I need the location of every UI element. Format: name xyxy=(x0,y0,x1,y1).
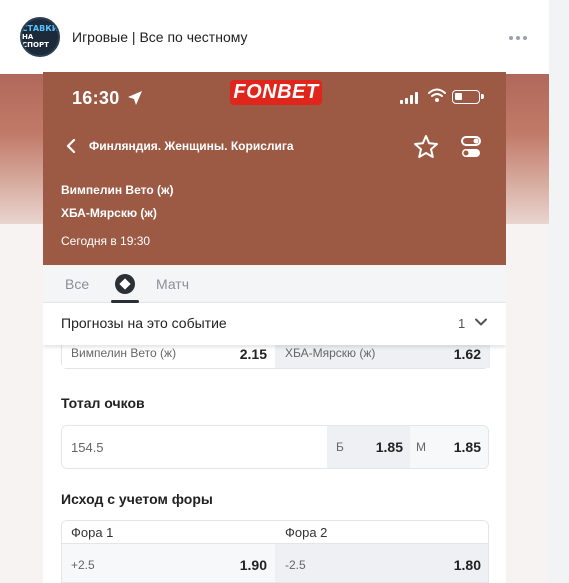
handicap-col-2-header: Фора 2 xyxy=(285,525,328,540)
status-time: 16:30 xyxy=(72,88,120,108)
handicap-1-cell[interactable]: +2.5 1.90 xyxy=(62,544,275,582)
handicap-col-1-header: Фора 1 xyxy=(71,525,114,540)
market-tabs: Все Матч xyxy=(43,265,506,303)
total-over-value: 1.85 xyxy=(375,439,403,455)
avatar-text-top: СТАВКИ xyxy=(21,24,59,33)
post-header: СТАВКИ НА СПОРТ Игровые | Все по честном… xyxy=(0,0,549,74)
handicap-2-cell[interactable]: -2.5 1.80 xyxy=(275,544,488,582)
location-arrow-icon xyxy=(128,91,142,105)
odds-team-2-label: ХБА-Мярскю (ж) xyxy=(285,346,376,360)
total-section-title: Тотал очков xyxy=(61,395,145,411)
favorite-star-icon[interactable] xyxy=(413,134,439,160)
settings-toggle-icon[interactable] xyxy=(461,136,481,158)
phone-screenshot: 16:30 FONBET Финляндия. Женщины. Корисли… xyxy=(43,72,506,583)
basketball-tab-icon[interactable] xyxy=(115,274,135,294)
total-under-label: М xyxy=(416,440,426,454)
handicap-1-line: +2.5 xyxy=(71,558,95,572)
event-header: 16:30 FONBET Финляндия. Женщины. Корисли… xyxy=(43,72,506,265)
tab-match[interactable]: Матч xyxy=(156,276,189,292)
total-market: 154.5 Б 1.85 М 1.85 xyxy=(61,425,489,469)
total-over-cell[interactable]: Б 1.85 xyxy=(327,426,410,468)
team-2-name: ХБА-Мярскю (ж) xyxy=(61,206,157,220)
tab-all[interactable]: Все xyxy=(65,276,89,292)
handicap-market: Фора 1 Фора 2 +2.5 1.90 -2.5 1.80 xyxy=(61,520,489,583)
total-line-cell: 154.5 xyxy=(62,426,327,468)
scrollbar-track[interactable] xyxy=(549,0,569,583)
handicap-2-value: 1.80 xyxy=(453,557,481,573)
handicap-1-value: 1.90 xyxy=(239,557,267,573)
handicap-2-line: -2.5 xyxy=(285,558,306,572)
league-title: Финляндия. Женщины. Корислига xyxy=(89,139,294,153)
brand-logo: FONBET xyxy=(230,80,322,105)
more-options-icon[interactable] xyxy=(509,36,527,40)
battery-icon xyxy=(452,90,484,104)
avatar-text-bottom: НА СПОРТ xyxy=(22,33,49,49)
total-over-label: Б xyxy=(336,440,344,454)
match-start-time: Сегодня в 19:30 xyxy=(61,234,151,248)
odds-team-1-label: Вимпелин Вето (ж) xyxy=(71,346,177,360)
channel-avatar[interactable]: СТАВКИ НА СПОРТ xyxy=(20,17,60,57)
total-under-cell[interactable]: М 1.85 xyxy=(410,426,488,468)
forecasts-bar[interactable]: Прогнозы на это событие 1 xyxy=(43,303,506,345)
forecasts-count: 1 xyxy=(458,316,466,331)
odds-team-1-value: 2.15 xyxy=(239,346,267,362)
odds-team-2-value: 1.62 xyxy=(453,346,481,362)
handicap-header: Фора 1 Фора 2 xyxy=(62,521,488,544)
handicap-section-title: Исход с учетом форы xyxy=(61,491,213,507)
wifi-icon xyxy=(428,88,446,102)
total-line: 154.5 xyxy=(71,440,104,455)
back-arrow-icon[interactable] xyxy=(65,139,77,153)
team-1-name: Вимпелин Вето (ж) xyxy=(61,183,174,197)
forecasts-label: Прогнозы на это событие xyxy=(61,315,227,331)
chevron-down-icon[interactable] xyxy=(475,318,487,327)
total-under-value: 1.85 xyxy=(453,439,481,455)
signal-icon xyxy=(400,92,418,104)
channel-title[interactable]: Игровые | Все по честному xyxy=(72,29,248,45)
